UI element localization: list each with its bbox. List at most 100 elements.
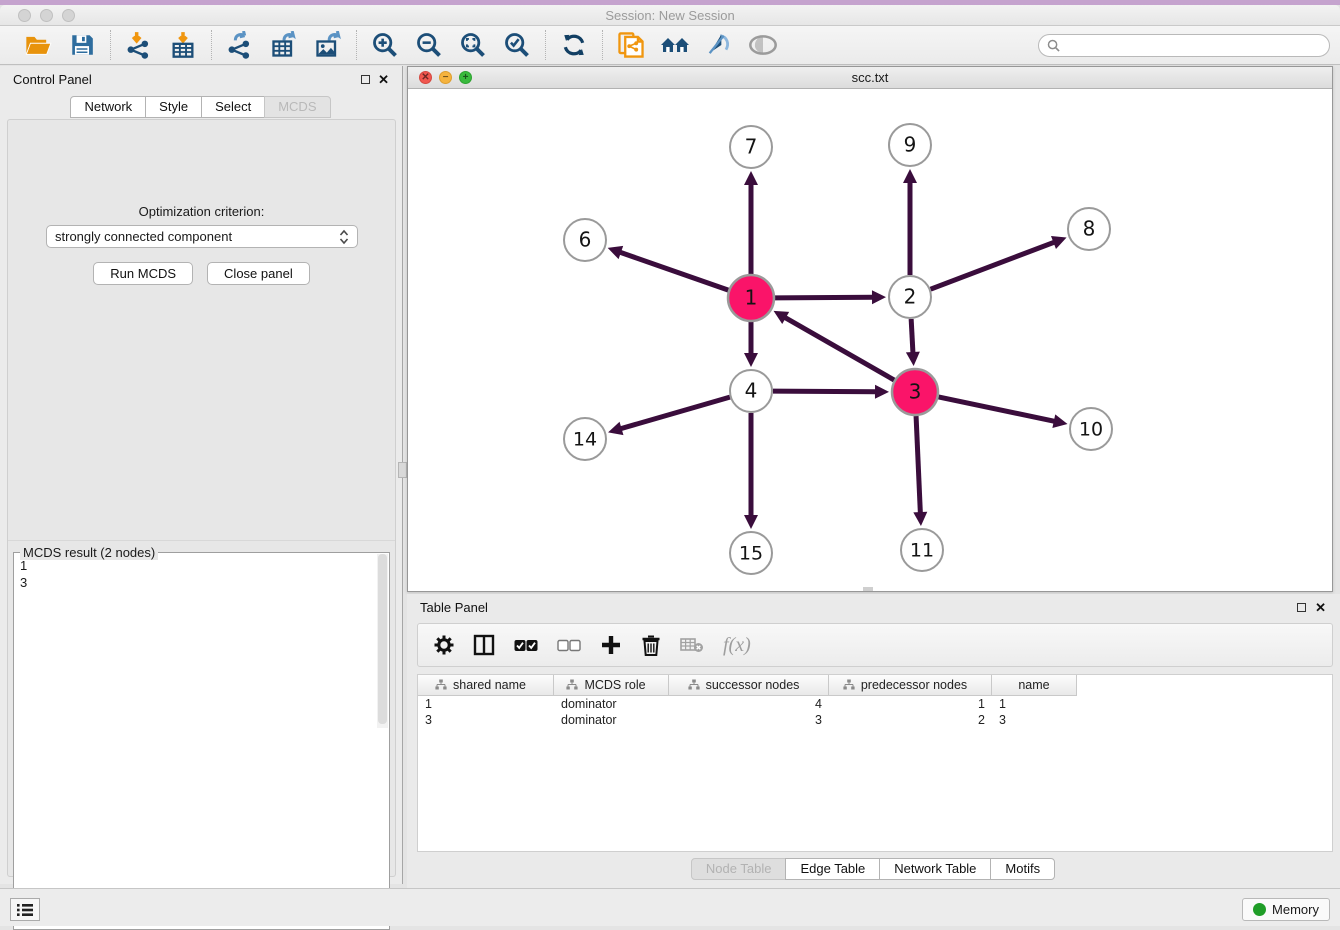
graph-node-label-6: 6 <box>579 228 592 252</box>
graph-edge-3-11[interactable] <box>916 416 920 514</box>
search-input[interactable] <box>1065 38 1321 52</box>
zoom-out-icon[interactable] <box>414 30 444 60</box>
graph-edge-arrowhead <box>608 246 624 259</box>
cell-name[interactable]: 3 <box>992 712 1077 728</box>
graph-edge-1-6[interactable] <box>619 252 728 290</box>
panel-divider <box>8 540 395 541</box>
column-header-shared-name[interactable]: shared name <box>418 675 554 696</box>
table-toolbar: f(x) <box>417 623 1333 667</box>
import-network-icon[interactable] <box>124 30 154 60</box>
cell-shared-name[interactable]: 3 <box>418 712 554 728</box>
gear-icon[interactable] <box>434 635 454 655</box>
cell-name[interactable]: 1 <box>992 696 1077 712</box>
open-session-icon[interactable] <box>23 30 53 60</box>
cell-shared-name[interactable]: 1 <box>418 696 554 712</box>
cytoscape-window: Session: New Session <box>0 0 1340 926</box>
cell-mcds-role[interactable]: dominator <box>554 712 669 728</box>
graph-node-label-15: 15 <box>739 543 763 565</box>
hierarchy-icon <box>843 679 855 691</box>
tab-mcds[interactable]: MCDS <box>264 96 330 118</box>
titlebar[interactable]: Session: New Session <box>0 5 1340 26</box>
clone-network-icon[interactable] <box>616 30 646 60</box>
search-field[interactable] <box>1038 34 1330 57</box>
tab-node-table[interactable]: Node Table <box>691 858 787 880</box>
column-header-name[interactable]: name <box>992 675 1077 696</box>
cell-predecessor-nodes[interactable]: 2 <box>829 712 992 728</box>
float-panel-icon[interactable] <box>361 75 370 84</box>
show-hide-graphics-icon[interactable] <box>704 30 734 60</box>
graph-edge-4-14[interactable] <box>620 397 730 429</box>
result-scrollbar-thumb[interactable] <box>378 554 387 724</box>
network-window-title: scc.txt <box>408 70 1332 85</box>
save-session-icon[interactable] <box>67 30 97 60</box>
cell-predecessor-nodes[interactable]: 1 <box>829 696 992 712</box>
export-network-icon[interactable] <box>225 30 255 60</box>
tab-network[interactable]: Network <box>70 96 146 118</box>
cell-mcds-role[interactable]: dominator <box>554 696 669 712</box>
export-table-icon[interactable] <box>269 30 299 60</box>
graph-edge-arrowhead <box>744 515 758 529</box>
splitter-grip[interactable] <box>398 462 407 478</box>
cell-successor-nodes[interactable]: 3 <box>669 712 829 728</box>
task-history-button[interactable] <box>10 898 40 921</box>
graph-edge-arrowhead <box>906 352 920 366</box>
cell-successor-nodes[interactable]: 4 <box>669 696 829 712</box>
hierarchy-icon <box>435 679 447 691</box>
column-header-predecessor-nodes[interactable]: predecessor nodes <box>829 675 992 696</box>
home-layout-icon[interactable] <box>660 30 690 60</box>
control-panel-title: Control Panel <box>13 72 92 87</box>
delete-icon[interactable] <box>641 634 661 656</box>
tab-motifs[interactable]: Motifs <box>990 858 1055 880</box>
mcds-result-text[interactable]: 1 3 <box>20 557 27 591</box>
control-panel: Control Panel ✕ Network Style Select MCD… <box>0 66 403 884</box>
tab-edge-table[interactable]: Edge Table <box>785 858 880 880</box>
graph-edge-2-3[interactable] <box>911 319 913 354</box>
graph-edge-arrowhead <box>744 171 758 185</box>
graph-edge-4-3[interactable] <box>773 391 877 392</box>
table-panel-header: Table Panel ✕ <box>407 594 1340 620</box>
memory-button[interactable]: Memory <box>1242 898 1330 921</box>
deselect-all-icon[interactable] <box>557 639 581 652</box>
zoom-in-icon[interactable] <box>370 30 400 60</box>
float-table-panel-icon[interactable] <box>1297 603 1306 612</box>
import-table-icon[interactable] <box>168 30 198 60</box>
export-image-icon[interactable] <box>313 30 343 60</box>
network-scrollbar-grip[interactable] <box>863 587 873 591</box>
hierarchy-icon <box>688 679 700 691</box>
result-scrollbar[interactable] <box>377 554 388 728</box>
column-header-mcds-role[interactable]: MCDS role <box>554 675 669 696</box>
table-row[interactable]: 3 dominator 3 2 3 <box>418 712 1332 728</box>
graph-edge-arrowhead <box>1052 414 1067 428</box>
zoom-selected-icon[interactable] <box>502 30 532 60</box>
close-panel-button[interactable]: Close panel <box>207 262 310 285</box>
run-mcds-button[interactable]: Run MCDS <box>93 262 193 285</box>
criterion-dropdown[interactable]: strongly connected component <box>46 225 358 248</box>
tab-network-table[interactable]: Network Table <box>879 858 991 880</box>
network-window-titlebar[interactable]: ✕ − + scc.txt <box>408 67 1332 89</box>
columns-icon[interactable] <box>473 634 495 656</box>
graph-edge-3-10[interactable] <box>938 397 1055 422</box>
graph-node-label-11: 11 <box>910 540 934 562</box>
refresh-icon[interactable] <box>559 30 589 60</box>
tab-select[interactable]: Select <box>201 96 265 118</box>
close-panel-icon[interactable]: ✕ <box>378 72 389 88</box>
graph-node-label-4: 4 <box>745 379 758 403</box>
network-canvas[interactable]: 7968124314101511 <box>408 89 1332 591</box>
graph-edge-arrowhead <box>875 385 889 399</box>
graph-node-label-2: 2 <box>904 285 917 309</box>
table-row[interactable]: 1 dominator 4 1 1 <box>418 696 1332 712</box>
memory-status-icon <box>1253 903 1266 916</box>
zoom-fit-icon[interactable] <box>458 30 488 60</box>
network-graph[interactable]: 7968124314101511 <box>408 89 1332 591</box>
graph-edge-1-2[interactable] <box>775 297 874 298</box>
table-panel-title: Table Panel <box>420 600 488 615</box>
add-row-icon[interactable] <box>600 634 622 656</box>
close-table-panel-icon[interactable]: ✕ <box>1315 600 1326 616</box>
select-all-icon[interactable] <box>514 639 538 652</box>
list-icon <box>17 903 33 917</box>
function-builder-icon: f(x) <box>723 634 751 657</box>
graph-edge-2-8[interactable] <box>931 242 1056 289</box>
graph-edge-3-1[interactable] <box>784 317 894 380</box>
column-header-successor-nodes[interactable]: successor nodes <box>669 675 829 696</box>
tab-style[interactable]: Style <box>145 96 202 118</box>
